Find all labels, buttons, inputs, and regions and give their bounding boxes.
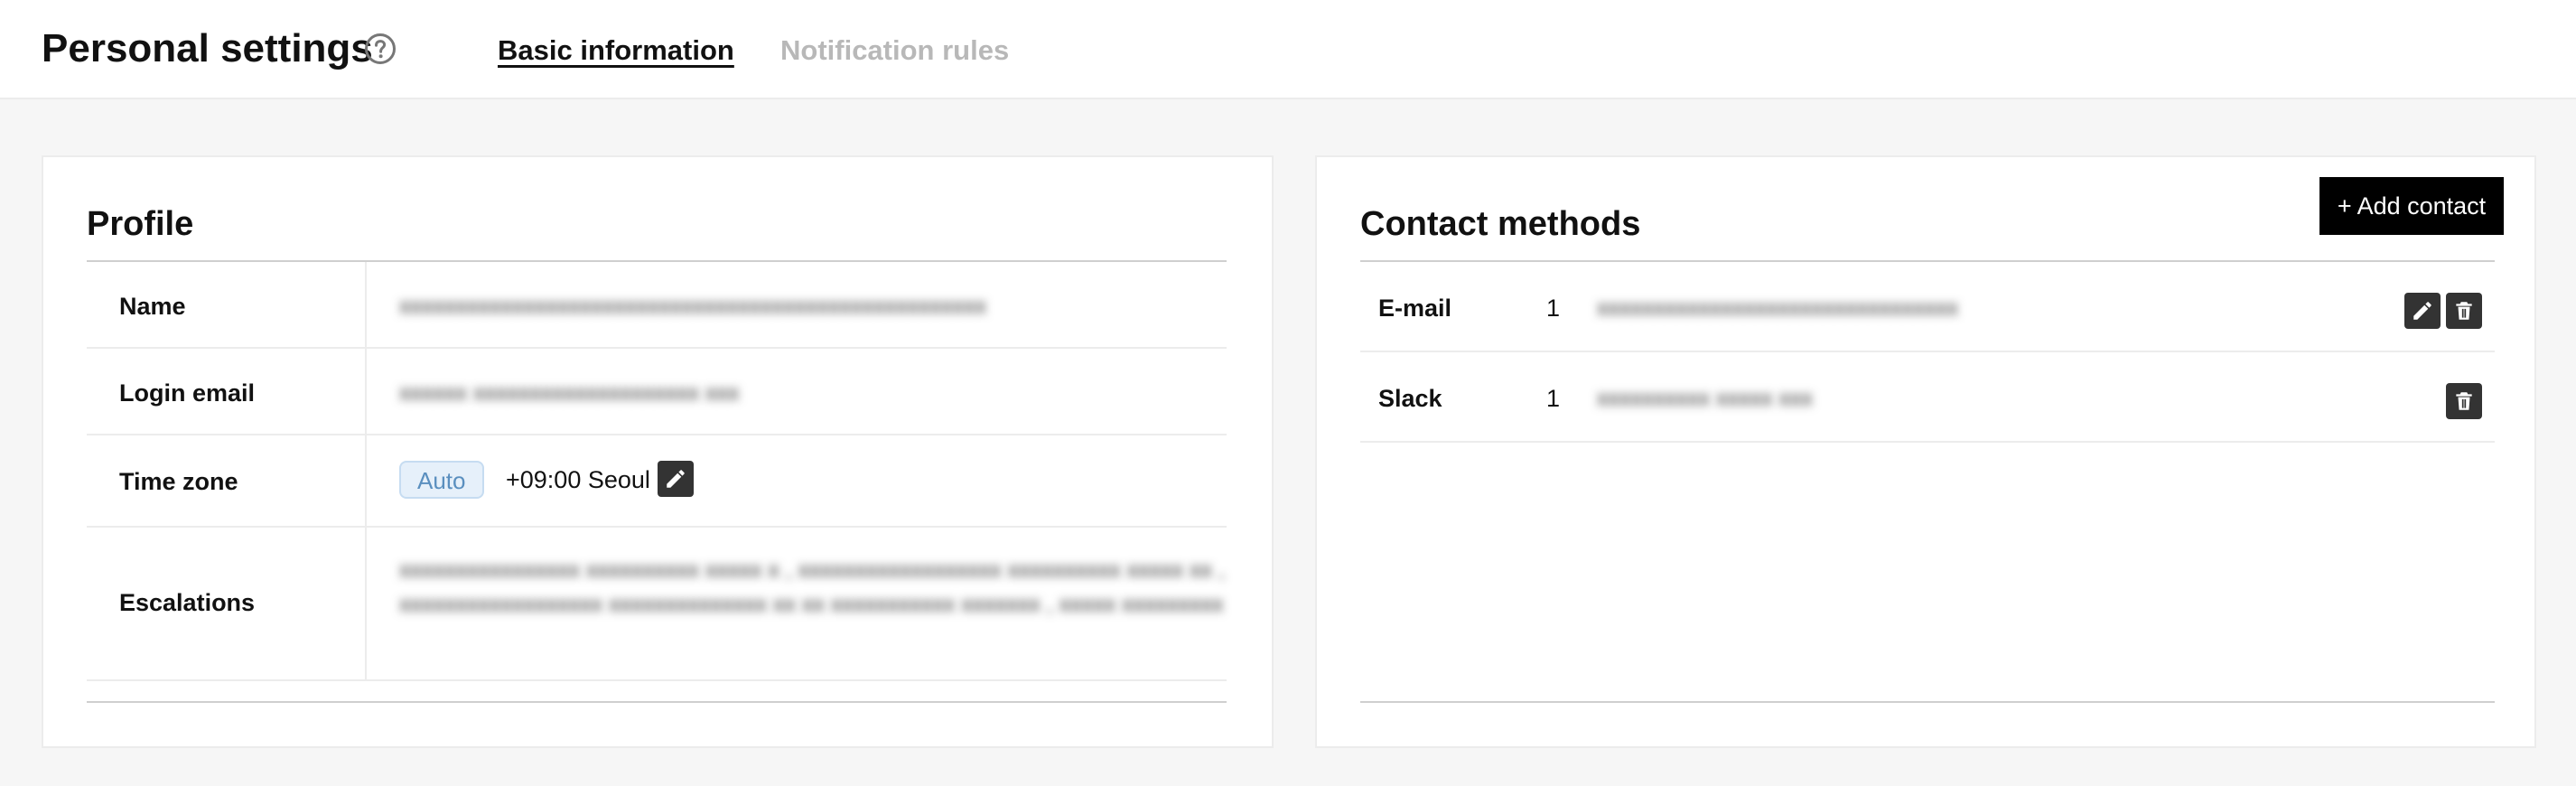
row-divider — [87, 679, 1227, 681]
question-circle-icon[interactable] — [364, 33, 397, 65]
profile-column-divider — [365, 262, 367, 679]
row-divider — [87, 434, 1227, 435]
delete-slack-contact-button[interactable] — [2446, 383, 2482, 419]
add-contact-button[interactable]: + Add contact — [2319, 177, 2504, 235]
login-email-label: Login email — [119, 379, 256, 407]
row-divider — [87, 347, 1227, 349]
contact-methods-card: Contact methods + Add contact E-mail 1 x… — [1315, 155, 2536, 748]
delete-email-contact-button[interactable] — [2446, 293, 2482, 329]
contact-divider-bottom — [1360, 701, 2495, 703]
name-value-redacted: xxxxxxxxxxxxxxxxxxxxxxxxxxxxxxxxxxxxxxxx… — [399, 294, 986, 319]
page-header: Personal settings Basic information Noti… — [0, 0, 2576, 99]
tab-basic-information[interactable]: Basic information — [498, 33, 734, 69]
row-divider — [1360, 441, 2495, 443]
contact-type-slack: Slack — [1378, 385, 1442, 412]
contact-count-slack: 1 — [1546, 385, 1561, 412]
trash-icon — [2456, 392, 2472, 410]
contact-methods-title: Contact methods — [1360, 205, 1641, 243]
time-zone-value: +09:00 Seoul — [506, 466, 650, 493]
page-title: Personal settings — [42, 26, 373, 70]
escalations-value-redacted: xxxxxxxxxxxxxxxx xxxxxxxxxx xxxxx x , xx… — [399, 557, 1225, 617]
time-zone-label: Time zone — [119, 468, 238, 495]
auto-badge: Auto — [399, 461, 484, 499]
contact-type-email: E-mail — [1378, 295, 1452, 322]
row-divider — [87, 526, 1227, 528]
profile-title: Profile — [87, 205, 194, 243]
escalations-label: Escalations — [119, 589, 256, 616]
slack-contact-value-redacted: xxxxxxxxxx xxxxx xxx — [1597, 386, 1813, 411]
trash-icon — [2456, 302, 2472, 320]
contact-count-email: 1 — [1546, 295, 1561, 322]
profile-divider-top — [87, 260, 1227, 262]
edit-time-zone-button[interactable] — [658, 461, 694, 497]
contact-divider-top — [1360, 260, 2495, 262]
profile-card: Profile Name xxxxxxxxxxxxxxxxxxxxxxxxxxx… — [42, 155, 1274, 748]
profile-divider-bottom — [87, 701, 1227, 703]
tab-notification-rules[interactable]: Notification rules — [780, 33, 1009, 69]
pencil-icon — [667, 470, 685, 488]
login-email-value-redacted: xxxxxx xxxxxxxxxxxxxxxxxxxx xxx — [399, 380, 740, 406]
pencil-icon — [2413, 302, 2431, 320]
email-contact-value-redacted: xxxxxxxxxxxxxxxxxxxxxxxxxxxxxxxx — [1597, 295, 1958, 321]
name-label: Name — [119, 293, 186, 320]
row-divider — [1360, 351, 2495, 352]
edit-email-contact-button[interactable] — [2404, 293, 2441, 329]
